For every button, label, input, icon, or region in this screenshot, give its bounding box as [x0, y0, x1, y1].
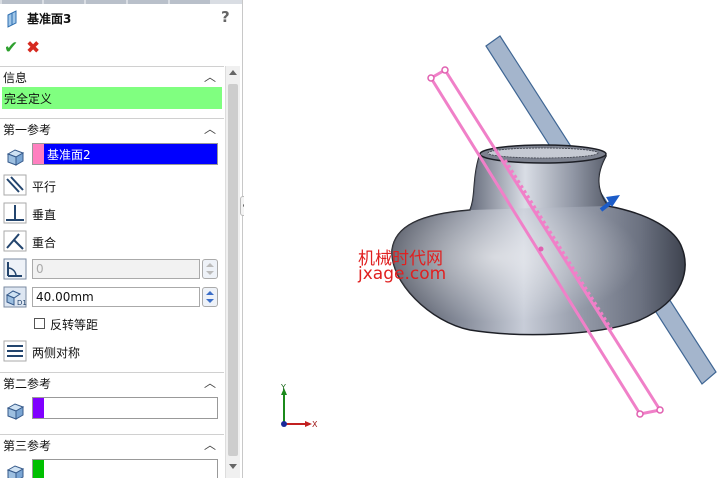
status-message: 完全定义 [2, 87, 222, 109]
scroll-thumb[interactable] [228, 84, 238, 456]
first-reference-field[interactable]: 基准面2 [32, 143, 218, 165]
parallel-icon[interactable] [3, 174, 27, 196]
third-ref-label: 第三参考 [3, 439, 52, 453]
second-ref-header[interactable]: 第二参考 ︿ [0, 372, 224, 392]
first-ref-selection[interactable]: 基准面2 [44, 144, 217, 164]
perpendicular-icon[interactable] [3, 202, 27, 224]
pm-scroll-area: 信息 ︿ 完全定义 第一参考 ︿ 基准面2 平行 垂直 重合 0 D1 40.0… [0, 66, 224, 478]
parallel-label: 平行 [32, 180, 57, 194]
axis-triad: Y X [280, 383, 318, 429]
perpendicular-label: 垂直 [32, 208, 57, 222]
coincident-label: 重合 [32, 236, 57, 250]
vase-model[interactable] [391, 144, 686, 336]
pm-titlebar: 基准面3 ? [0, 6, 242, 32]
coincident-icon[interactable] [3, 230, 27, 252]
second-ref-label: 第二参考 [3, 377, 52, 391]
graphics-viewport[interactable]: Y X 机械时代网 jxage.com [244, 0, 726, 478]
scroll-down-icon[interactable] [229, 464, 237, 469]
third-reference-field[interactable] [32, 459, 218, 478]
feature-title: 基准面3 [27, 12, 72, 26]
scroll-up-icon[interactable] [229, 70, 237, 75]
plane-feature-icon [7, 10, 17, 28]
mid-plane-icon[interactable] [3, 340, 27, 362]
distance-spinner[interactable] [202, 287, 218, 307]
first-ref-header[interactable]: 第一参考 ︿ [0, 118, 224, 138]
second-reference-field[interactable] [32, 397, 218, 419]
triad-x-label: X [312, 420, 318, 429]
reference-entity-icon [6, 149, 25, 166]
third-ref-color-swatch [33, 460, 44, 478]
angle-icon[interactable] [3, 258, 27, 280]
first-ref-label: 第一参考 [3, 123, 52, 137]
model-view: Y X [280, 35, 717, 429]
watermark-url: jxage.com [358, 264, 447, 284]
svg-text:D1: D1 [17, 299, 27, 307]
manager-tabs[interactable] [0, 0, 242, 4]
angle-input[interactable]: 0 [32, 259, 200, 279]
offset-distance-icon[interactable]: D1 [3, 286, 27, 308]
flip-offset-label: 反转等距 [50, 318, 99, 332]
triad-y-label: Y [280, 383, 286, 392]
ok-button[interactable]: ✔ [4, 38, 18, 58]
ok-cancel-row: ✔ ✖ [0, 38, 242, 62]
third-ref-header[interactable]: 第三参考 ︿ [0, 434, 224, 454]
reference-entity-icon [6, 465, 25, 478]
flip-offset-checkbox[interactable] [34, 318, 45, 329]
pm-scrollbar[interactable] [225, 66, 240, 478]
property-manager: 基准面3 ? ✔ ✖ 信息 ︿ 完全定义 第一参考 ︿ 基准面2 平行 垂直 重… [0, 0, 243, 478]
collapse-icon[interactable]: ︿ [204, 374, 216, 391]
second-ref-color-swatch [33, 398, 44, 418]
info-section-label: 信息 [3, 71, 28, 85]
help-icon[interactable]: ? [221, 8, 230, 26]
first-ref-color-swatch [33, 144, 44, 164]
collapse-icon[interactable]: ︿ [204, 68, 216, 85]
offset-distance-input[interactable]: 40.00mm [32, 287, 200, 307]
mid-plane-label: 两侧对称 [32, 346, 81, 360]
angle-spinner[interactable] [202, 259, 218, 279]
info-section-header[interactable]: 信息 ︿ [0, 66, 224, 86]
solidworks-window: 基准面3 ? ✔ ✖ 信息 ︿ 完全定义 第一参考 ︿ 基准面2 平行 垂直 重… [0, 0, 726, 478]
cancel-button[interactable]: ✖ [26, 38, 40, 58]
collapse-icon[interactable]: ︿ [204, 436, 216, 453]
reference-entity-icon [6, 403, 25, 420]
collapse-icon[interactable]: ︿ [204, 120, 216, 137]
